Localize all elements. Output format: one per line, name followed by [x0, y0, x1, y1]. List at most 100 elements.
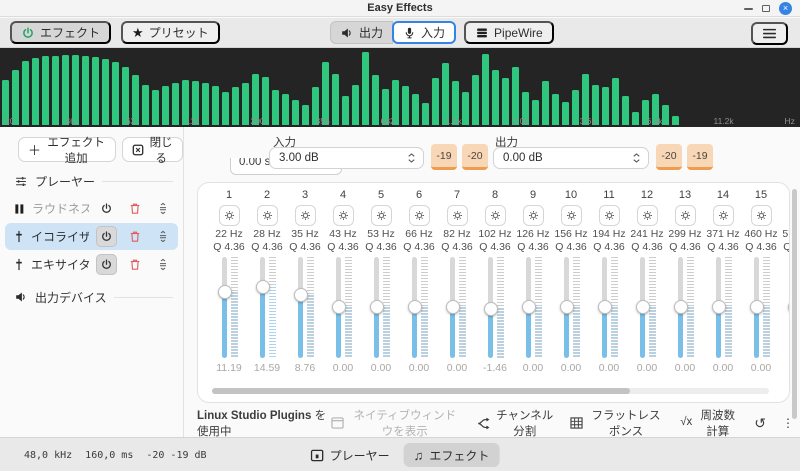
band-gain-slider[interactable] — [597, 257, 621, 358]
spectrum-analyzer: 2036631122003566321.1k2.0k3.6k6.3k11.2kH… — [0, 48, 800, 127]
band-gain-value: 0.00 — [447, 362, 467, 374]
tab-effects[interactable]: ♫ エフェクト — [404, 443, 500, 467]
close-pane-button[interactable]: 閉じる — [122, 137, 183, 162]
band-settings-button[interactable] — [257, 205, 278, 226]
tab-players[interactable]: プレーヤー — [301, 443, 400, 467]
band-settings-button[interactable] — [219, 205, 240, 226]
band-frequency: 102 Hz — [478, 228, 511, 241]
band-gain-slider[interactable] — [673, 257, 697, 358]
plugin-power-button[interactable] — [96, 254, 117, 275]
plugin-power-button[interactable] — [96, 226, 117, 247]
band-settings-button[interactable] — [295, 205, 316, 226]
main-menu-button[interactable] — [751, 22, 788, 45]
band-settings-button[interactable] — [789, 205, 790, 226]
slider-fill — [450, 307, 455, 358]
close-pane-label: 閉じる — [149, 134, 173, 166]
slider-knob[interactable] — [788, 300, 790, 314]
spectrum-bar — [482, 54, 489, 125]
split-channels-button[interactable]: チャンネル分割 — [477, 407, 554, 439]
slider-knob[interactable] — [256, 280, 270, 294]
close-button[interactable]: × — [779, 2, 792, 15]
output-gain-spinbox[interactable]: 0.00 dB — [493, 147, 649, 169]
pipewire-button[interactable]: PipeWire — [464, 21, 554, 44]
plugin-delete-button[interactable] — [124, 226, 145, 247]
flat-response-button[interactable]: フラットレスポンス — [570, 407, 664, 439]
input-gain-spinbox[interactable]: 3.00 dB — [269, 147, 424, 169]
band-gain-slider[interactable] — [293, 257, 317, 358]
maximize-button[interactable] — [762, 5, 770, 12]
sidebar-item-loudness[interactable]: ラウドネス — [5, 195, 178, 222]
band-settings-button[interactable] — [447, 205, 468, 226]
band-gain-slider[interactable] — [711, 257, 735, 358]
slider-knob[interactable] — [712, 300, 726, 314]
sidebar-item-exciter[interactable]: エキサイター — [5, 251, 178, 278]
vertical-scrollbar[interactable] — [792, 189, 797, 419]
band-settings-button[interactable] — [713, 205, 734, 226]
slider-knob[interactable] — [522, 300, 536, 314]
band-gain-slider[interactable] — [255, 257, 279, 358]
band-gain-slider[interactable] — [749, 257, 773, 358]
slider-knob[interactable] — [484, 302, 498, 316]
band-gain-slider[interactable] — [407, 257, 431, 358]
tab-effects-label: エフェクト — [429, 447, 489, 464]
plugin-drag-handle[interactable] — [152, 254, 173, 275]
band-gain-slider[interactable] — [331, 257, 355, 358]
band-number: 8 — [492, 189, 498, 203]
band-settings-button[interactable] — [409, 205, 430, 226]
band-settings-button[interactable] — [485, 205, 506, 226]
band-gain-slider[interactable] — [369, 257, 393, 358]
minimize-button[interactable] — [744, 8, 753, 10]
freq-scale-label: 2.0k — [513, 116, 529, 127]
band-settings-button[interactable] — [371, 205, 392, 226]
slider-knob[interactable] — [636, 300, 650, 314]
plugin-list: ラウドネスイコライザーエキサイター — [0, 195, 183, 278]
slider-knob[interactable] — [750, 300, 764, 314]
band-q: Q 4.36 — [327, 241, 359, 254]
sidebar-item-equalizer[interactable]: イコライザー — [5, 223, 178, 250]
band-number: 3 — [302, 189, 308, 203]
band-settings-button[interactable] — [675, 205, 696, 226]
band-settings-button[interactable] — [599, 205, 620, 226]
slider-knob[interactable] — [674, 300, 688, 314]
band-gain-slider[interactable] — [483, 257, 507, 358]
band-gain-slider[interactable] — [217, 257, 241, 358]
plugin-drag-handle[interactable] — [152, 226, 173, 247]
plugin-delete-button[interactable] — [124, 198, 145, 219]
slider-tick-fill — [345, 307, 352, 358]
input-tab-button[interactable]: 入力 — [392, 21, 456, 44]
show-native-window-button[interactable]: ネイティブウィンドウを表示 — [331, 407, 461, 439]
effects-toggle-button[interactable]: エフェクト — [10, 21, 111, 44]
slider-knob[interactable] — [408, 300, 422, 314]
band-gain-slider[interactable] — [559, 257, 583, 358]
calculate-frequencies-button[interactable]: √x 周波数計算 — [680, 407, 738, 439]
plugin-delete-button[interactable] — [124, 254, 145, 275]
band-settings-button[interactable] — [637, 205, 658, 226]
plugin-power-button[interactable] — [96, 198, 117, 219]
spin-chevrons-icon[interactable] — [631, 151, 642, 165]
slider-knob[interactable] — [446, 300, 460, 314]
slider-knob[interactable] — [332, 300, 346, 314]
slider-knob[interactable] — [598, 300, 612, 314]
plugin-drag-handle[interactable] — [152, 198, 173, 219]
spin-chevrons-icon[interactable] — [406, 151, 417, 165]
band-gain-slider[interactable] — [635, 257, 659, 358]
slider-knob[interactable] — [294, 288, 308, 302]
slider-tick-fill — [269, 287, 276, 358]
eq-band-5: 553 HzQ 4.360.00 — [362, 189, 400, 374]
band-settings-button[interactable] — [333, 205, 354, 226]
slider-knob[interactable] — [218, 285, 232, 299]
slider-knob[interactable] — [370, 300, 384, 314]
window-title: Easy Effects — [367, 2, 432, 14]
add-effect-button[interactable]: ＋ エフェクト追加 — [18, 137, 116, 162]
band-settings-button[interactable] — [561, 205, 582, 226]
reset-button[interactable]: ↺ — [754, 415, 766, 432]
band-settings-button[interactable] — [523, 205, 544, 226]
band-gain-slider[interactable] — [521, 257, 545, 358]
presets-button[interactable]: ★ プリセット — [121, 21, 220, 44]
band-gain-slider[interactable] — [445, 257, 469, 358]
band-gain-slider[interactable] — [787, 257, 789, 358]
output-tab-button[interactable]: 出力 — [330, 21, 393, 44]
band-settings-button[interactable] — [751, 205, 772, 226]
horizontal-scrollbar[interactable] — [212, 388, 769, 394]
slider-knob[interactable] — [560, 300, 574, 314]
